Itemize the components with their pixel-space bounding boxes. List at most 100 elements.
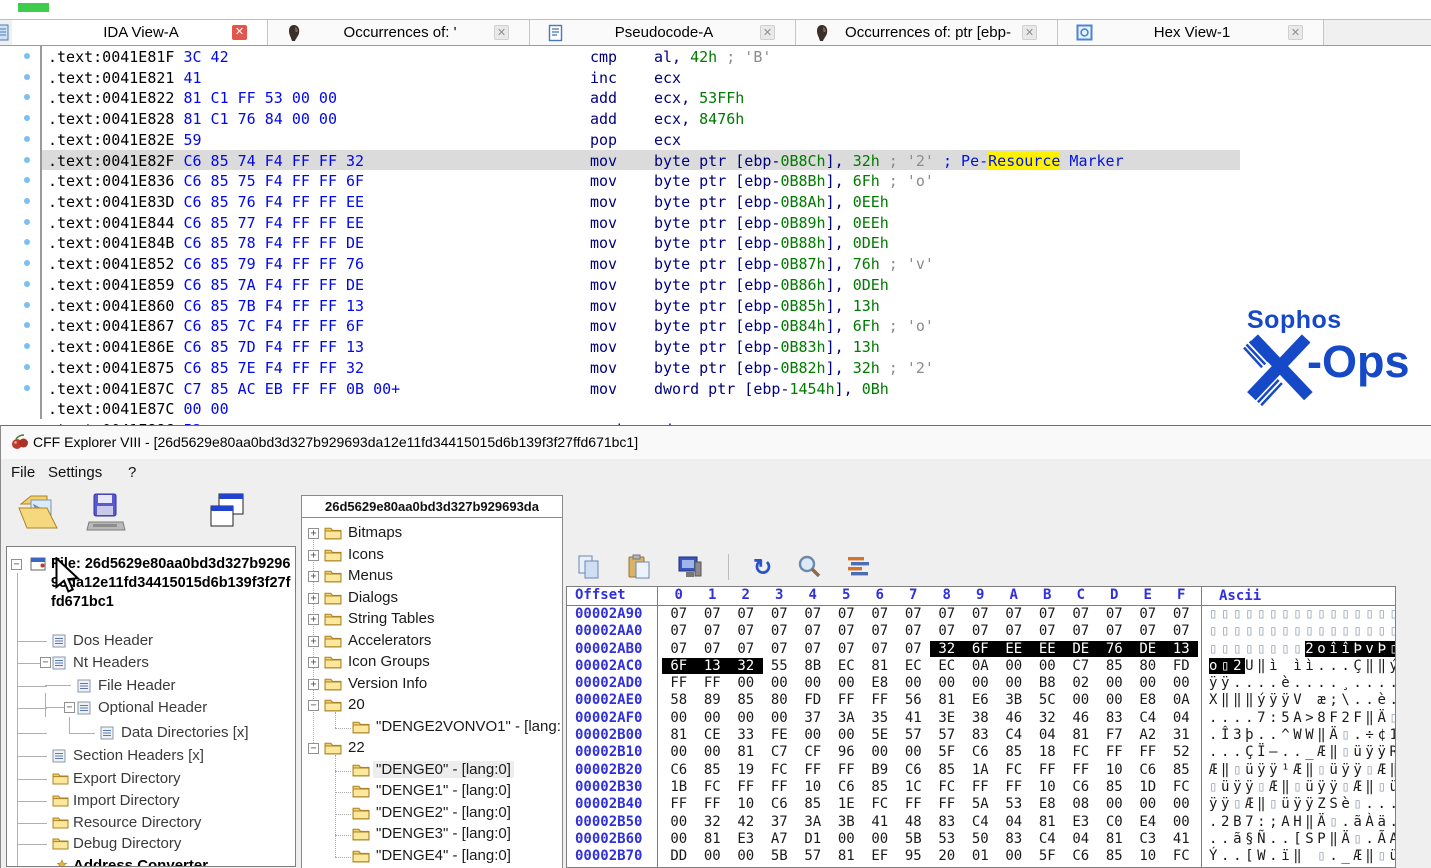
disasm-line[interactable]: .text:0041E81F 3C 42cmpal, 42h ; 'B' [0, 46, 1431, 67]
resource-item-2[interactable]: Menus [348, 567, 393, 584]
breakpoint-dot[interactable] [24, 281, 30, 287]
disasm-line[interactable]: .text:0041E87C 00 00 [0, 398, 1431, 419]
tree-item-optional-header[interactable]: Optional Header [98, 699, 207, 716]
tab-ida-view-a[interactable]: IDA View-A✕ [12, 20, 268, 45]
disasm-line[interactable]: .text:0041E844 C6 85 77 F4 FF FF EEmovby… [0, 212, 1431, 233]
search-icon[interactable] [796, 554, 822, 580]
tree-expander-minus[interactable]: − [11, 559, 22, 570]
resource-item-9[interactable]: "DENGE2VONVO1" - [lang: [376, 718, 561, 735]
tree-expander-plus[interactable]: + [308, 550, 319, 561]
save-file-icon[interactable] [85, 492, 127, 534]
tab-close-icon[interactable]: ✕ [1288, 25, 1303, 40]
refresh-icon[interactable]: ↻ [753, 555, 772, 579]
tree-expander-plus[interactable]: + [308, 657, 319, 668]
disasm-line[interactable]: .text:0041E821 41incecx [0, 67, 1431, 88]
tree-expander-plus[interactable]: + [308, 614, 319, 625]
disasm-line[interactable]: .text:0041E87C C7 85 AC EB FF FF 0B 00+m… [0, 378, 1431, 399]
resource-item-7[interactable]: Version Info [348, 675, 427, 692]
tree-item-debug-directory[interactable]: Debug Directory [73, 835, 181, 852]
tab-hex-view-1[interactable]: Hex View-1✕ [1058, 20, 1324, 45]
hex-row[interactable]: 00002B20C68519FCFFFFB9C6851AFCFFFF10C685… [567, 762, 1395, 779]
tree-item-address-converter[interactable]: Address Converter [73, 857, 208, 867]
write-device-icon[interactable] [676, 554, 704, 580]
hex-dump-view[interactable]: Offset0123456789ABCDEFAscii00002A9007070… [566, 586, 1396, 868]
resource-item-14[interactable]: "DENGE3" - [lang:0] [376, 825, 511, 842]
breakpoint-dot[interactable] [24, 343, 30, 349]
breakpoint-dot[interactable] [24, 74, 30, 80]
resource-item-6[interactable]: Icon Groups [348, 653, 430, 670]
hex-row[interactable]: 00002A9007070707070707070707070707070707… [567, 606, 1395, 623]
breakpoint-dot[interactable] [24, 322, 30, 328]
breakpoint-dot[interactable] [24, 53, 30, 59]
paste-icon[interactable] [626, 554, 652, 580]
disasm-line[interactable]: .text:0041E836 C6 85 75 F4 FF FF 6Fmovby… [0, 170, 1431, 191]
resource-item-1[interactable]: Icons [348, 546, 384, 563]
hex-row[interactable]: 00002B70DD00005B5781EF952001005FC68510FC… [567, 848, 1395, 865]
copy-icon[interactable] [576, 554, 602, 580]
disasm-line[interactable]: .text:0041E83D C6 85 76 F4 FF FF EEmovby… [0, 191, 1431, 212]
breakpoint-dot[interactable] [24, 177, 30, 183]
resource-item-4[interactable]: String Tables [348, 610, 434, 627]
tree-item-file-header[interactable]: File Header [98, 677, 176, 694]
hex-row[interactable]: 00002AD0FFFF00000000E800000000B802000000… [567, 675, 1395, 692]
breakpoint-dot[interactable] [24, 219, 30, 225]
hex-row[interactable]: 00002B301BFCFFFF10C6851CFCFFFF10C6851DFC… [567, 779, 1395, 796]
disasm-line[interactable]: .text:0041E828 81 C1 76 84 00 00addecx, … [0, 108, 1431, 129]
tab-pseudocode-a[interactable]: Pseudocode-A✕ [530, 20, 796, 45]
tree-expander-minus[interactable]: − [64, 702, 75, 713]
disasm-line[interactable]: .text:0041E867 C6 85 7C F4 FF FF 6Fmovby… [0, 315, 1431, 336]
disasm-line[interactable]: .text:0041E852 C6 85 79 F4 FF FF 76movby… [0, 253, 1431, 274]
windows-cascade-icon[interactable] [207, 492, 247, 532]
menu-settings[interactable]: Settings [48, 464, 102, 481]
tree-item-file-root[interactable]: File: 26d5629e80aa0bd3d327b929693da12e11… [51, 555, 291, 612]
tree-item-dos-header[interactable]: Dos Header [73, 632, 153, 649]
disasm-line[interactable]: .text:0041E82F C6 85 74 F4 FF FF 32movby… [0, 150, 1431, 171]
tab-close-icon[interactable]: ✕ [760, 25, 775, 40]
open-file-icon[interactable] [17, 490, 63, 532]
hex-row[interactable]: 00002AC06F1332558BEC81ECEC0A0000C78580FD… [567, 658, 1395, 675]
hex-row[interactable]: 00002B10000081C7CF9600005FC68518FCFFFF52… [567, 744, 1395, 761]
menu-file[interactable]: File [11, 464, 35, 481]
tree-item-section-headers-x-[interactable]: Section Headers [x] [73, 747, 204, 764]
breakpoint-dot[interactable] [24, 385, 30, 391]
disasm-line[interactable]: .text:0041E82E 59popecx [0, 129, 1431, 150]
disasm-line[interactable]: .text:0041E84B C6 85 78 F4 FF FF DEmovby… [0, 232, 1431, 253]
hex-row[interactable]: 00002AB00707070707070707326FEEEEDE76DE13… [567, 641, 1395, 658]
menu-help[interactable]: ? [128, 464, 136, 481]
breakpoint-dot[interactable] [24, 157, 30, 163]
report-list-icon[interactable] [846, 555, 872, 579]
disasm-line[interactable]: .text:0041E860 C6 85 7B F4 FF FF 13movby… [0, 295, 1431, 316]
breakpoint-dot[interactable] [24, 302, 30, 308]
hex-row[interactable]: 00002B40FFFF10C6851EFCFFFF5A53E808000000… [567, 796, 1395, 813]
breakpoint-dot[interactable] [24, 94, 30, 100]
hex-row[interactable]: 00002AF000000000373A35413E3846324683C404… [567, 710, 1395, 727]
resource-item-8[interactable]: 20 [348, 696, 365, 713]
hex-row[interactable]: 00002AA007070707070707070707070707070707… [567, 623, 1395, 640]
resource-item-13[interactable]: "DENGE2" - [lang:0] [376, 804, 511, 821]
breakpoint-dot[interactable] [24, 115, 30, 121]
resource-item-10[interactable]: 22 [348, 739, 365, 756]
tree-expander-minus[interactable]: − [308, 743, 319, 754]
tab-occurrences-of-[interactable]: Occurrences of: '✕ [268, 20, 530, 45]
disasm-line[interactable]: .text:0041E859 C6 85 7A F4 FF FF DEmovby… [0, 274, 1431, 295]
hex-row[interactable]: 00002B0081CE33FE00005E575783C40481F7A231… [567, 727, 1395, 744]
hex-row[interactable]: 00002AE058898580FDFFFF5681E63B5C0000E80A… [567, 692, 1395, 709]
hex-row[interactable]: 00002B600081E3A7D100005B535083C40481C341… [567, 831, 1395, 848]
cff-file-tab[interactable]: 26d5629e80aa0bd3d327b929693da [301, 495, 563, 518]
hex-row[interactable]: 00002B50003242373A3B414883C40481E3C0E400… [567, 814, 1395, 831]
tab-close-icon[interactable]: ✕ [1022, 25, 1037, 40]
disasm-line[interactable]: .text:0041E86E C6 85 7D F4 FF FF 13movby… [0, 336, 1431, 357]
breakpoint-dot[interactable] [24, 260, 30, 266]
resource-item-3[interactable]: Dialogs [348, 589, 398, 606]
tree-expander-plus[interactable]: + [308, 679, 319, 690]
tree-expander-minus[interactable]: − [308, 700, 319, 711]
disassembly-listing[interactable]: .text:0041E81F 3C 42cmpal, 42h ; 'B'.tex… [0, 46, 1431, 425]
tree-expander-plus[interactable]: + [308, 528, 319, 539]
tree-item-export-directory[interactable]: Export Directory [73, 770, 181, 787]
tree-item-resource-directory[interactable]: Resource Directory [73, 814, 201, 831]
resource-item-12[interactable]: "DENGE1" - [lang:0] [376, 782, 511, 799]
resource-item-5[interactable]: Accelerators [348, 632, 431, 649]
breakpoint-dot[interactable] [24, 239, 30, 245]
tree-item-nt-headers[interactable]: Nt Headers [73, 654, 149, 671]
tree-item-import-directory[interactable]: Import Directory [73, 792, 180, 809]
